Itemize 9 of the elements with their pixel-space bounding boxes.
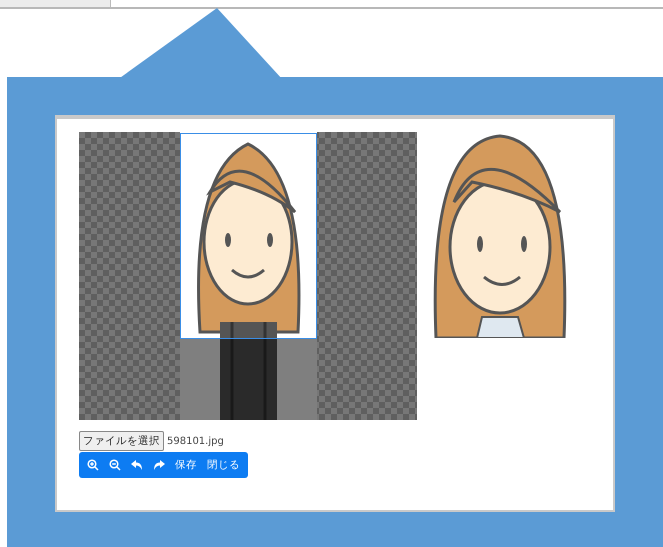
toolbar-button[interactable]: 閉じる — [207, 458, 240, 472]
rotate-right-icon[interactable] — [153, 460, 165, 470]
rotate-left-icon[interactable] — [131, 460, 143, 470]
toolbar-button[interactable]: 保存 — [175, 458, 197, 472]
zoom-out-icon[interactable] — [109, 459, 121, 471]
zoom-in-icon[interactable] — [87, 459, 99, 471]
file-name: 598101.jpg — [167, 436, 224, 446]
choose-file-button[interactable]: ファイルを選択 — [79, 431, 164, 451]
crop-box[interactable] — [180, 133, 317, 339]
